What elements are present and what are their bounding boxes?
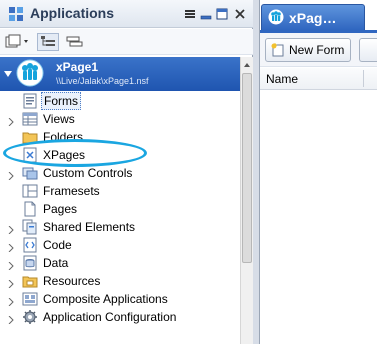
column-header-name[interactable]: Name: [260, 68, 377, 90]
xpage-app-icon: [16, 59, 44, 87]
new-application-dropdown-icon[interactable]: [4, 33, 32, 51]
minimize-icon[interactable]: [200, 8, 212, 20]
tree-item-shared-elements[interactable]: Shared Elements: [0, 218, 240, 236]
tree-item-pages[interactable]: Pages: [0, 200, 240, 218]
tree-item-label: Resources: [43, 274, 101, 288]
tree-item-label: Application Configuration: [43, 310, 177, 324]
tree-item-label: Pages: [43, 202, 78, 216]
editor-panel: xPag… New Form Name: [259, 0, 377, 344]
forms-icon: [22, 93, 38, 109]
framesets-icon: [22, 183, 38, 199]
tree-item-label: Custom Controls: [43, 166, 133, 180]
tree-item-label: Framesets: [43, 184, 100, 198]
expand-arrow-icon[interactable]: [7, 277, 15, 289]
show-tree-icon[interactable]: [37, 33, 59, 51]
code-icon: [22, 237, 38, 253]
application-path: \\Live/Jalak\xPage1.nsf: [56, 76, 149, 86]
maximize-icon[interactable]: [216, 8, 228, 20]
tree-item-label: Code: [43, 238, 72, 252]
tree-item-label: Shared Elements: [43, 220, 136, 234]
xpages-highlight-oval: [3, 139, 147, 167]
tree-item-data[interactable]: Data: [0, 254, 240, 272]
editor-toolbar: New Form: [260, 33, 377, 67]
tree-item-forms[interactable]: Forms: [0, 92, 240, 110]
panel-title: Applications: [30, 5, 115, 21]
toolbar-button[interactable]: [359, 38, 377, 62]
applications-panel: Applications xPage1 \\Live/Jalak\xPage1.…: [0, 0, 253, 344]
tree-item-framesets[interactable]: Framesets: [0, 182, 240, 200]
close-icon[interactable]: [234, 8, 246, 20]
scroll-thumb[interactable]: [242, 73, 252, 263]
shared-elements-icon: [22, 219, 38, 235]
tab-label: xPag…: [289, 10, 337, 26]
tree-item-label: Forms: [41, 92, 81, 110]
application-name: xPage1: [56, 60, 99, 74]
tree-item-application-configuration[interactable]: Application Configuration: [0, 308, 240, 326]
scroll-up-icon[interactable]: [242, 59, 252, 71]
custom-controls-icon: [22, 165, 38, 181]
panel-header: Applications: [0, 0, 253, 28]
resources-icon: [22, 273, 38, 289]
application-node[interactable]: xPage1 \\Live/Jalak\xPage1.nsf: [0, 57, 240, 91]
expand-arrow-icon[interactable]: [7, 223, 15, 235]
tab-xpage1[interactable]: xPag…: [261, 4, 365, 30]
column-separator[interactable]: [363, 70, 364, 87]
expand-arrow-icon[interactable]: [7, 295, 15, 307]
application-configuration-icon: [22, 309, 38, 325]
tree-item-label: Composite Applications: [43, 292, 168, 306]
data-icon: [22, 255, 38, 271]
tree-item-views[interactable]: Views: [0, 110, 240, 128]
new-form-button[interactable]: New Form: [265, 38, 351, 62]
tree-item-composite-applications[interactable]: Composite Applications: [0, 290, 240, 308]
expand-arrow-icon[interactable]: [7, 169, 15, 181]
collapse-icon[interactable]: [64, 33, 84, 51]
expand-arrow-icon[interactable]: [7, 115, 15, 127]
composite-applications-icon: [22, 291, 38, 307]
tree-item-label: Views: [43, 112, 75, 126]
tree-item-label: Data: [43, 256, 69, 270]
xpage-app-icon: [268, 9, 284, 25]
expand-arrow-icon[interactable]: [7, 241, 15, 253]
new-form-label: New Form: [289, 43, 345, 57]
tree-item-resources[interactable]: Resources: [0, 272, 240, 290]
tree-item-custom-controls[interactable]: Custom Controls: [0, 164, 240, 182]
menu-icon[interactable]: [184, 8, 196, 20]
column-header-label: Name: [266, 72, 299, 86]
panel-toolbar: [0, 29, 253, 55]
expand-arrow-icon[interactable]: [3, 68, 13, 78]
views-icon: [22, 111, 38, 127]
applications-icon: [8, 6, 24, 22]
tree-item-code[interactable]: Code: [0, 236, 240, 254]
expand-arrow-icon[interactable]: [7, 259, 15, 271]
pages-icon: [22, 201, 38, 217]
tree-scrollbar[interactable]: [240, 57, 253, 344]
expand-arrow-icon[interactable]: [7, 313, 15, 325]
new-form-icon: [271, 43, 285, 57]
